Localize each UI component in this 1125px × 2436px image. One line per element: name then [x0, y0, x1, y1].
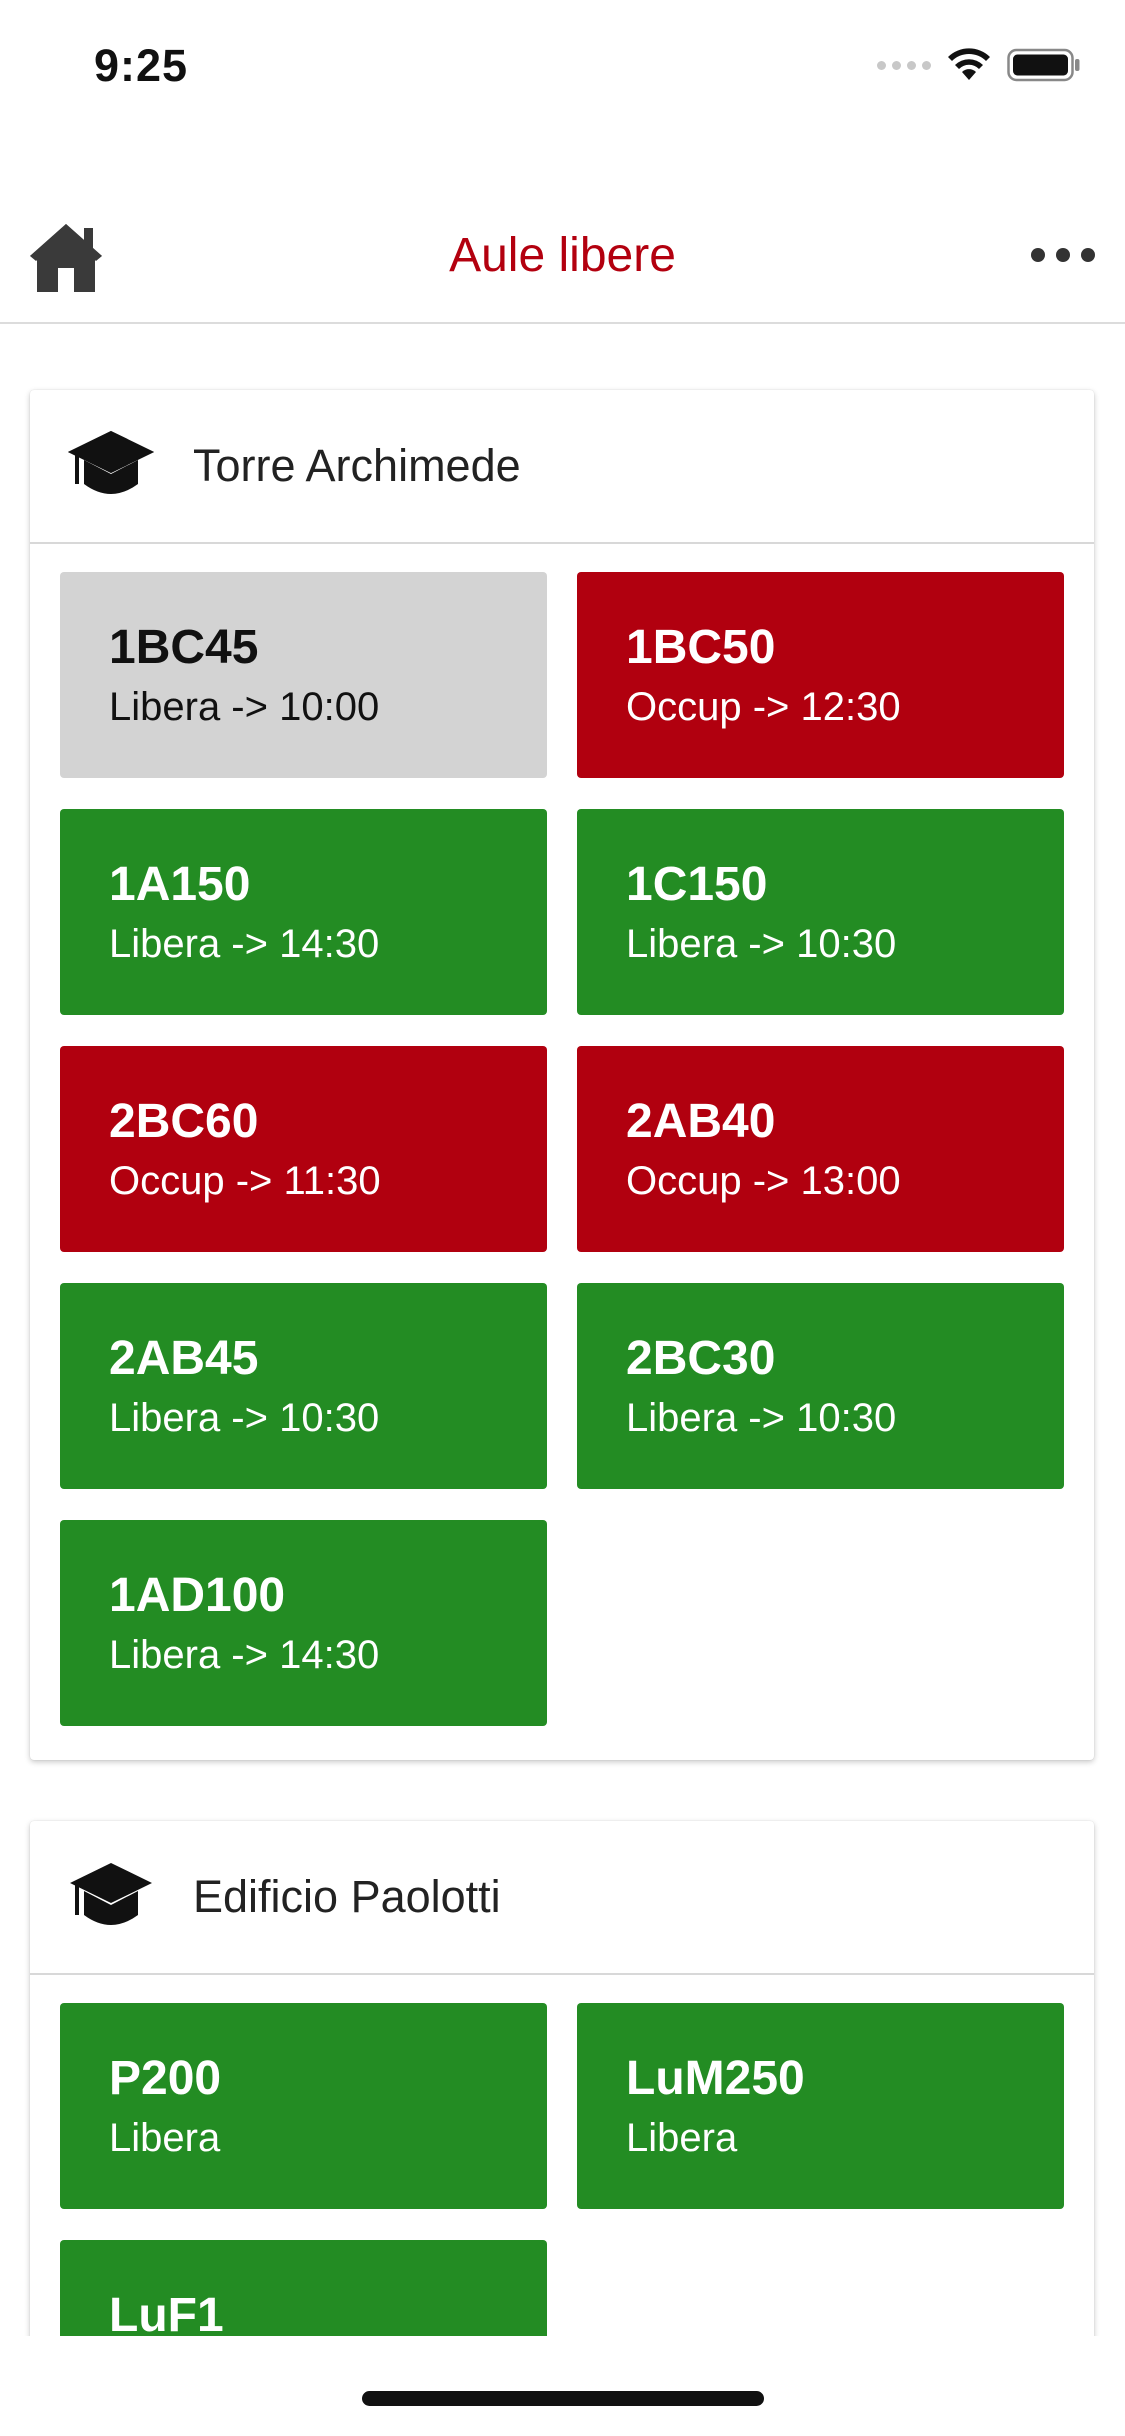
room-status: Libera	[109, 2116, 221, 2160]
room-tile[interactable]: 2BC30 Libera -> 10:30	[577, 1283, 1064, 1489]
screen: 9:25 Aule libere Torre Archimede 1BC45 L…	[0, 0, 1125, 2436]
room-status: Libera -> 14:30	[109, 1633, 380, 1677]
room-tile[interactable]: 1A150 Libera -> 14:30	[60, 809, 547, 1015]
room-tile[interactable]: 1C150 Libera -> 10:30	[577, 809, 1064, 1015]
building-name: Torre Archimede	[193, 440, 521, 491]
room-name: 1BC45	[109, 621, 259, 674]
room-name: 2BC30	[626, 1332, 776, 1385]
room-tile[interactable]: 1BC50 Occup -> 12:30	[577, 572, 1064, 778]
room-name: LuF1	[109, 2289, 224, 2336]
room-name: 1C150	[626, 858, 768, 911]
room-tile[interactable]: 1BC45 Libera -> 10:00	[60, 572, 547, 778]
room-name: 1BC50	[626, 621, 776, 674]
graduation-cap-icon	[68, 430, 154, 494]
room-status: Libera -> 10:30	[626, 922, 897, 966]
room-status: Occup -> 12:30	[626, 685, 901, 729]
room-tile[interactable]: LuF1	[60, 2240, 547, 2336]
more-button[interactable]	[1031, 240, 1095, 270]
building-card-header: Torre Archimede	[30, 390, 1094, 544]
status-icons	[877, 48, 1081, 82]
signal-dots-icon	[877, 60, 931, 70]
room-status: Libera -> 10:00	[109, 685, 380, 729]
room-tile[interactable]: P200 Libera	[60, 2003, 547, 2209]
room-name: 2BC60	[109, 1095, 259, 1148]
more-dot	[1081, 248, 1095, 262]
nav-bar: Aule libere	[0, 190, 1125, 324]
building-card: Edificio Paolotti P200 Libera LuM250 Lib…	[30, 1821, 1094, 2336]
status-time: 9:25	[94, 40, 189, 91]
page-title: Aule libere	[449, 229, 676, 282]
battery-icon	[1007, 48, 1080, 82]
room-tile[interactable]: 1AD100 Libera -> 14:30	[60, 1520, 547, 1726]
room-status: Libera -> 14:30	[109, 922, 380, 966]
home-indicator-area	[0, 2336, 1125, 2436]
room-name: 2AB45	[109, 1332, 259, 1385]
room-tile[interactable]: 2AB45 Libera -> 10:30	[60, 1283, 547, 1489]
room-name: 1A150	[109, 858, 251, 911]
room-status: Libera -> 10:30	[626, 1396, 897, 1440]
room-tile[interactable]: 2AB40 Occup -> 13:00	[577, 1046, 1064, 1252]
wifi-icon	[948, 48, 990, 80]
room-status: Libera	[626, 2116, 738, 2160]
room-tile[interactable]: 2BC60 Occup -> 11:30	[60, 1046, 547, 1252]
room-name: 1AD100	[109, 1569, 286, 1622]
room-status: Libera -> 10:30	[109, 1396, 380, 1440]
building-name: Edificio Paolotti	[193, 1871, 501, 1922]
room-name: LuM250	[626, 2052, 805, 2105]
graduation-cap-icon	[70, 1863, 152, 1925]
room-status: Occup -> 13:00	[626, 1159, 901, 1203]
room-name: P200	[109, 2052, 222, 2105]
content-scroll[interactable]: Torre Archimede 1BC45 Libera -> 10:00 1B…	[0, 324, 1125, 2336]
status-bar: 9:25	[0, 0, 1125, 140]
room-tile[interactable]: LuM250 Libera	[577, 2003, 1064, 2209]
building-card-header: Edificio Paolotti	[30, 1821, 1094, 1975]
home-indicator[interactable]	[362, 2391, 764, 2406]
building-card: Torre Archimede 1BC45 Libera -> 10:00 1B…	[30, 390, 1094, 1760]
room-status: Occup -> 11:30	[109, 1159, 381, 1203]
more-dot	[1056, 248, 1070, 262]
more-dot	[1031, 248, 1045, 262]
room-name: 2AB40	[626, 1095, 776, 1148]
